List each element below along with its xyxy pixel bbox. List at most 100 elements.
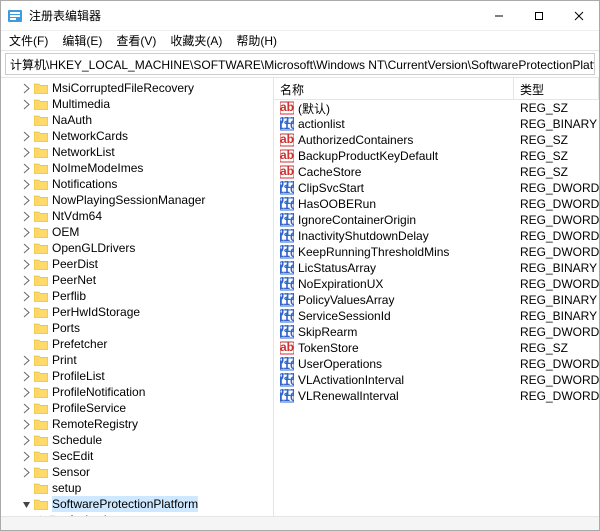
list-view[interactable]: 名称 类型 (默认)REG_SZactionlistREG_BINARYAuth… <box>274 78 599 516</box>
list-row[interactable]: UserOperationsREG_DWORD <box>274 356 599 372</box>
value-icon <box>280 277 294 291</box>
tree-item[interactable]: NoImeModeImes <box>3 160 273 176</box>
tree-item[interactable]: Perflib <box>3 288 273 304</box>
tree-item[interactable]: ProfileService <box>3 400 273 416</box>
value-icon <box>280 117 294 131</box>
tree-item[interactable]: Notifications <box>3 176 273 192</box>
list-row[interactable]: VLActivationIntervalREG_DWORD <box>274 372 599 388</box>
list-row[interactable]: (默认)REG_SZ <box>274 100 599 116</box>
tree-item[interactable]: Prefetcher <box>3 336 273 352</box>
expand-icon[interactable] <box>21 163 32 174</box>
tree-item[interactable]: SecEdit <box>3 448 273 464</box>
list-row[interactable]: KeepRunningThresholdMinsREG_DWORD <box>274 244 599 260</box>
value-name: InactivityShutdownDelay <box>298 229 429 243</box>
list-row[interactable]: VLRenewalIntervalREG_DWORD <box>274 388 599 404</box>
expand-icon[interactable] <box>21 467 32 478</box>
folder-icon <box>34 242 48 254</box>
expand-icon[interactable] <box>21 179 32 190</box>
tree-item-label: Notifications <box>52 176 117 192</box>
menu-view[interactable]: 查看(V) <box>116 32 156 49</box>
menu-file[interactable]: 文件(F) <box>9 32 48 49</box>
value-name: CacheStore <box>298 165 361 179</box>
expand-icon[interactable] <box>21 307 32 318</box>
close-button[interactable] <box>559 1 599 30</box>
expand-icon[interactable] <box>21 435 32 446</box>
tree-item[interactable]: ProfileNotification <box>3 384 273 400</box>
tree-item[interactable]: setup <box>3 480 273 496</box>
expand-icon[interactable] <box>21 83 32 94</box>
expand-icon[interactable] <box>21 211 32 222</box>
folder-icon <box>34 178 48 190</box>
list-row[interactable]: LicStatusArrayREG_BINARY <box>274 260 599 276</box>
tree-item[interactable]: NowPlayingSessionManager <box>3 192 273 208</box>
expand-icon[interactable] <box>21 291 32 302</box>
tree-item[interactable]: Schedule <box>3 432 273 448</box>
minimize-button[interactable] <box>479 1 519 30</box>
list-row[interactable]: InactivityShutdownDelayREG_DWORD <box>274 228 599 244</box>
folder-icon <box>34 258 48 270</box>
tree-item[interactable]: OpenGLDrivers <box>3 240 273 256</box>
tree-view[interactable]: MsiCorruptedFileRecoveryMultimediaNaAuth… <box>1 78 274 516</box>
statusbar <box>1 516 599 530</box>
tree-item[interactable]: Sensor <box>3 464 273 480</box>
maximize-button[interactable] <box>519 1 559 30</box>
list-row[interactable]: BackupProductKeyDefaultREG_SZ <box>274 148 599 164</box>
tree-item-label: Prefetcher <box>52 336 107 352</box>
expand-icon[interactable] <box>21 275 32 286</box>
expand-icon[interactable] <box>21 147 32 158</box>
expand-icon[interactable] <box>21 131 32 142</box>
col-header-name[interactable]: 名称 <box>274 78 514 99</box>
list-row[interactable]: AuthorizedContainersREG_SZ <box>274 132 599 148</box>
list-row[interactable]: IgnoreContainerOriginREG_DWORD <box>274 212 599 228</box>
tree-item[interactable]: NtVdm64 <box>3 208 273 224</box>
list-row[interactable]: actionlistREG_BINARY <box>274 116 599 132</box>
list-row[interactable]: ClipSvcStartREG_DWORD <box>274 180 599 196</box>
expand-icon[interactable] <box>21 451 32 462</box>
tree-item[interactable]: PeerDist <box>3 256 273 272</box>
address-bar[interactable]: 计算机\HKEY_LOCAL_MACHINE\SOFTWARE\Microsof… <box>5 53 595 75</box>
expand-icon[interactable] <box>21 243 32 254</box>
tree-item[interactable]: PeerNet <box>3 272 273 288</box>
tree-item[interactable]: RemoteRegistry <box>3 416 273 432</box>
expand-icon[interactable] <box>21 195 32 206</box>
value-name: KeepRunningThresholdMins <box>298 245 449 259</box>
list-row[interactable]: CacheStoreREG_SZ <box>274 164 599 180</box>
tree-item[interactable]: NetworkCards <box>3 128 273 144</box>
tree-item[interactable]: Ports <box>3 320 273 336</box>
value-name: TokenStore <box>298 341 359 355</box>
expand-icon[interactable] <box>21 355 32 366</box>
menu-help[interactable]: 帮助(H) <box>236 32 277 49</box>
expand-icon[interactable] <box>21 387 32 398</box>
expand-icon[interactable] <box>21 227 32 238</box>
menu-edit[interactable]: 编辑(E) <box>62 32 102 49</box>
expand-icon[interactable] <box>21 419 32 430</box>
tree-item-label: MsiCorruptedFileRecovery <box>52 80 194 96</box>
tree-item[interactable]: PerHwIdStorage <box>3 304 273 320</box>
tree-item[interactable]: NetworkList <box>3 144 273 160</box>
menu-favorites[interactable]: 收藏夹(A) <box>170 32 222 49</box>
tree-item[interactable]: SoftwareProtectionPlatform <box>3 496 273 512</box>
tree-item[interactable]: NaAuth <box>3 112 273 128</box>
expand-icon[interactable] <box>21 371 32 382</box>
tree-item[interactable]: OEM <box>3 224 273 240</box>
expand-icon[interactable] <box>21 403 32 414</box>
col-header-type[interactable]: 类型 <box>514 78 599 99</box>
tree-item[interactable]: MsiCorruptedFileRecovery <box>3 80 273 96</box>
tree-item[interactable]: ProfileList <box>3 368 273 384</box>
tree-item-label: NowPlayingSessionManager <box>52 192 205 208</box>
folder-icon <box>34 322 48 334</box>
value-name: UserOperations <box>298 357 382 371</box>
list-row[interactable]: HasOOBERunREG_DWORD <box>274 196 599 212</box>
list-row[interactable]: PolicyValuesArrayREG_BINARY <box>274 292 599 308</box>
tree-item[interactable]: Print <box>3 352 273 368</box>
expand-icon[interactable] <box>21 99 32 110</box>
list-row[interactable]: ServiceSessionIdREG_BINARY <box>274 308 599 324</box>
expand-icon[interactable] <box>21 499 32 510</box>
list-row[interactable]: NoExpirationUXREG_DWORD <box>274 276 599 292</box>
folder-icon <box>34 498 48 510</box>
expand-icon[interactable] <box>21 259 32 270</box>
folder-icon <box>34 306 48 318</box>
tree-item[interactable]: Multimedia <box>3 96 273 112</box>
list-row[interactable]: TokenStoreREG_SZ <box>274 340 599 356</box>
list-row[interactable]: SkipRearmREG_DWORD <box>274 324 599 340</box>
